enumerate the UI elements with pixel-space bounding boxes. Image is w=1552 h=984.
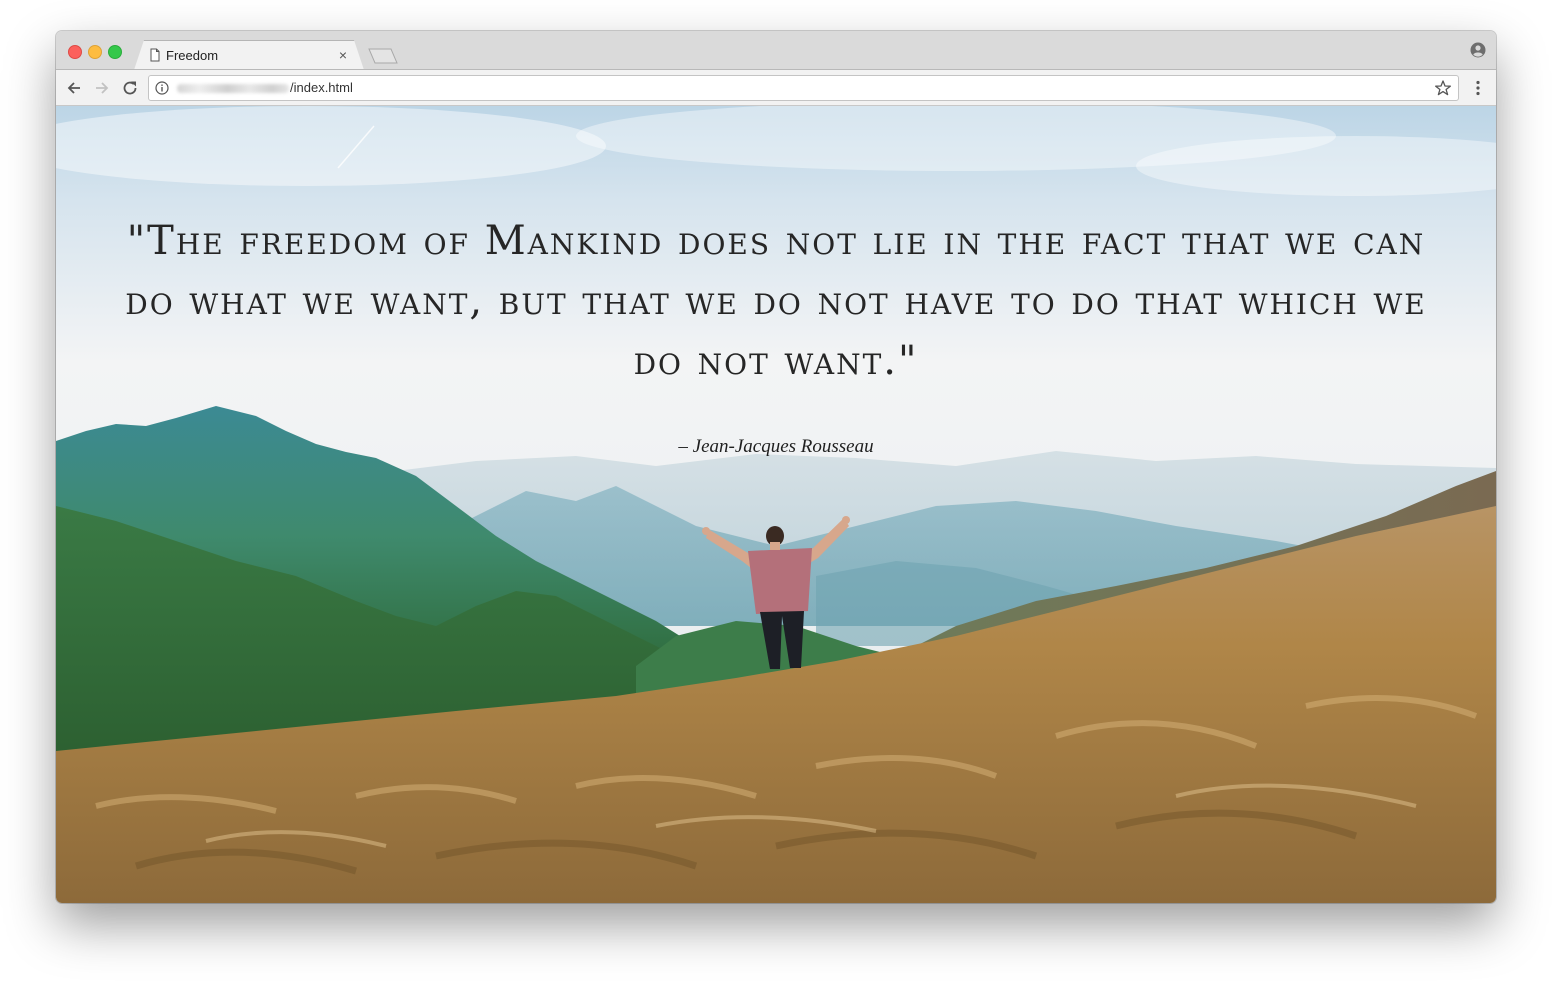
close-window-button[interactable] bbox=[68, 45, 82, 59]
quote-author: – Jean-Jacques Rousseau bbox=[678, 436, 874, 457]
tab-strip: Freedom × bbox=[56, 31, 1496, 70]
close-icon[interactable]: × bbox=[335, 47, 351, 63]
reload-icon[interactable] bbox=[120, 78, 140, 98]
address-bar[interactable]: /index.html bbox=[148, 75, 1459, 101]
minimize-window-button[interactable] bbox=[88, 45, 102, 59]
new-tab-button[interactable] bbox=[368, 48, 398, 64]
page-viewport: "The freedom of Mankind does not lie in … bbox=[56, 106, 1496, 903]
browser-window: Freedom × /index.html "The freedom of Ma… bbox=[56, 31, 1496, 903]
zoom-window-button[interactable] bbox=[108, 45, 122, 59]
url-path: /index.html bbox=[290, 80, 353, 95]
page-icon bbox=[150, 48, 160, 62]
browser-toolbar: /index.html bbox=[56, 69, 1496, 106]
info-icon[interactable] bbox=[155, 81, 169, 95]
forward-arrow-icon[interactable] bbox=[92, 78, 112, 98]
back-arrow-icon[interactable] bbox=[64, 78, 84, 98]
quote-text: "The freedom of Mankind does not lie in … bbox=[125, 218, 1427, 384]
tab-title: Freedom bbox=[166, 48, 219, 63]
profile-icon[interactable] bbox=[1470, 42, 1486, 58]
kebab-menu-icon[interactable] bbox=[1470, 78, 1486, 98]
tab-freedom[interactable]: Freedom × bbox=[134, 40, 364, 70]
star-icon[interactable] bbox=[1434, 79, 1452, 97]
blurred-host bbox=[177, 84, 289, 93]
